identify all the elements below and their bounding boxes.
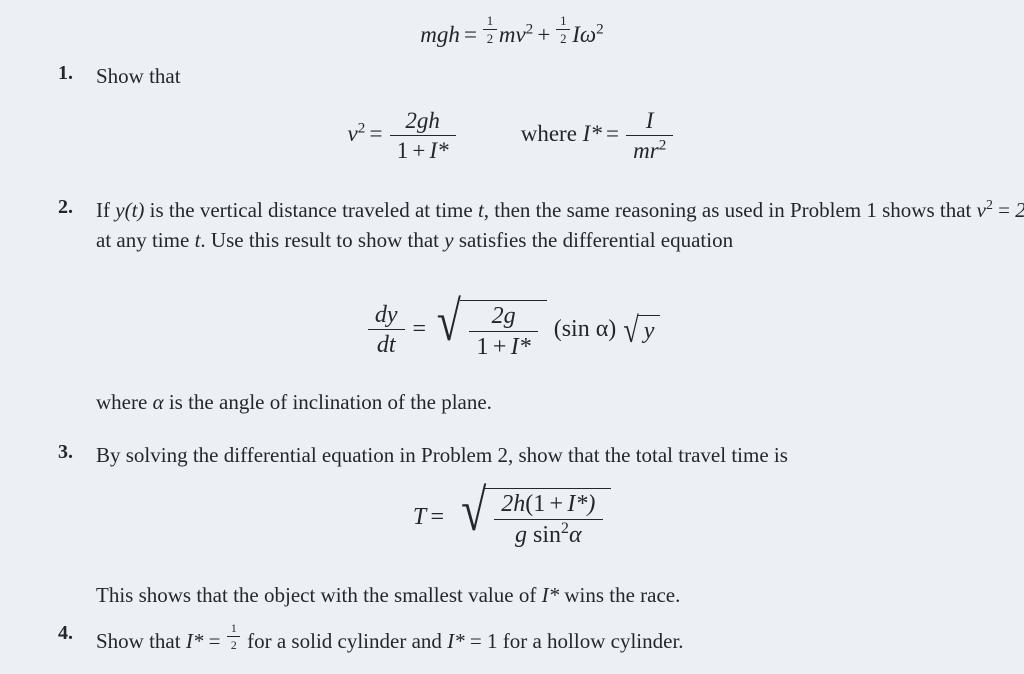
list-item-4-marker: 4. xyxy=(58,622,73,644)
dydt-rad-numerator: 2g xyxy=(469,303,538,332)
radical-icon: √ xyxy=(623,310,639,351)
where-numerator: I xyxy=(626,108,674,136)
list-item-1: 1. Show that xyxy=(0,62,1024,92)
where-alpha-paragraph: where α is the angle of inclination of t… xyxy=(96,390,492,414)
energy-plus: + xyxy=(537,21,551,47)
list-item-3: 3. By solving the differential equation … xyxy=(0,441,1024,471)
dydt-equals: = xyxy=(412,315,426,342)
equation-where-I-star: where I* = I mr2 xyxy=(521,108,677,164)
item4-I-star-1: I* xyxy=(185,628,204,653)
equation-dy-dt: dy dt = √ 2g 1 + I* (sin α) √ y xyxy=(0,291,1024,361)
dydt-rad-denominator: 1 + I* xyxy=(476,333,531,360)
T-numerator: 2h(1 + I*) xyxy=(494,491,603,520)
v2-fraction: 2gh 1 + I* xyxy=(389,108,456,164)
equation-energy-conservation: mgh = 1 2 mv2 +1 2 Iω2 xyxy=(0,14,1024,48)
where-denominator: mr2 xyxy=(633,136,667,163)
document-page: mgh = 1 2 mv2 +1 2 Iω2 1. Show that v2 = 2gh 1 + I… xyxy=(0,0,1024,674)
T-equals: = xyxy=(430,503,445,530)
dydt-sin-term: (sin α) xyxy=(553,315,617,342)
item2-2gy: 2gy xyxy=(1015,198,1024,222)
radical-icon: √ xyxy=(460,478,486,543)
energy-equals: = xyxy=(463,21,477,47)
dydt-denominator: dt xyxy=(376,332,396,359)
v2-lhs: v xyxy=(347,121,358,147)
equation-total-time: T = √ 2h(1 + I*) g sin2α xyxy=(0,478,1024,549)
item4-I-star-2: I* xyxy=(447,628,465,653)
energy-term-2: Iω xyxy=(572,21,597,47)
alpha-symbol: α xyxy=(152,390,164,414)
dydt-left-fraction: dy dt xyxy=(367,302,405,360)
where-fraction: I mr2 xyxy=(626,108,674,164)
item4-value-one: 1 xyxy=(487,628,498,653)
where-label: where xyxy=(520,121,577,147)
item2-var-y: y xyxy=(115,198,125,222)
conclusion-paragraph: This shows that the object with the smal… xyxy=(96,583,681,607)
dydt-square-root: √ 2g 1 + I* xyxy=(430,291,547,361)
energy-lhs: mgh xyxy=(420,21,460,47)
dydt-sqrt-y: √ y xyxy=(619,310,660,351)
list-item-2-text: If y(t) is the vertical distance travele… xyxy=(96,196,1024,256)
where-equals: = xyxy=(605,121,619,147)
list-item-1-marker: 1. xyxy=(58,62,73,84)
item2-v-exponent: 2 xyxy=(985,197,993,212)
list-item-3-marker: 3. xyxy=(58,441,73,463)
energy-half-2: 12 xyxy=(556,14,571,47)
dydt-sqrt-y-radicand: y xyxy=(637,315,660,346)
list-item-3-text: By solving the differential equation in … xyxy=(96,443,788,467)
item2-var-y2: y xyxy=(444,227,454,252)
equation-v-squared-main: v2 = 2gh 1 + I* xyxy=(348,108,459,164)
list-item-2: 2. If y(t) is the vertical distance trav… xyxy=(0,196,1024,256)
T-radicand: 2h(1 + I*) g sin2α xyxy=(484,488,612,549)
list-item-2-marker: 2. xyxy=(58,196,73,218)
equation-v-squared: v2 = 2gh 1 + I* where I* = I mr2 xyxy=(0,108,1024,164)
conclusion-I-star: I* xyxy=(541,583,560,607)
item2-paren-t: (t) xyxy=(124,198,145,222)
dydt-radicand: 2g 1 + I* xyxy=(460,300,547,361)
dydt-numerator: dy xyxy=(367,302,405,331)
v2-equals: = xyxy=(369,121,383,147)
where-lhs: I* xyxy=(582,121,602,147)
energy-half-1: 12 xyxy=(482,14,498,47)
energy-term-2-exponent: 2 xyxy=(596,20,604,38)
list-item-4-text: Show that I* = 12 for a solid cylinder a… xyxy=(96,622,684,653)
energy-term-1: mv xyxy=(498,21,526,47)
v2-numerator: 2gh xyxy=(389,108,456,136)
radical-icon: √ xyxy=(437,291,462,353)
T-denominator: g sin2α xyxy=(515,519,582,548)
item4-one-half: 12 xyxy=(227,622,241,652)
item2-var-v: v xyxy=(976,198,986,222)
list-item-1-text: Show that xyxy=(96,64,181,88)
T-lhs: T xyxy=(412,503,427,530)
v2-denominator: 1 + I* xyxy=(396,137,449,163)
T-square-root: √ 2h(1 + I*) g sin2α xyxy=(454,478,612,549)
list-item-4: 4. Show that I* = 12 for a solid cylinde… xyxy=(0,622,1024,657)
